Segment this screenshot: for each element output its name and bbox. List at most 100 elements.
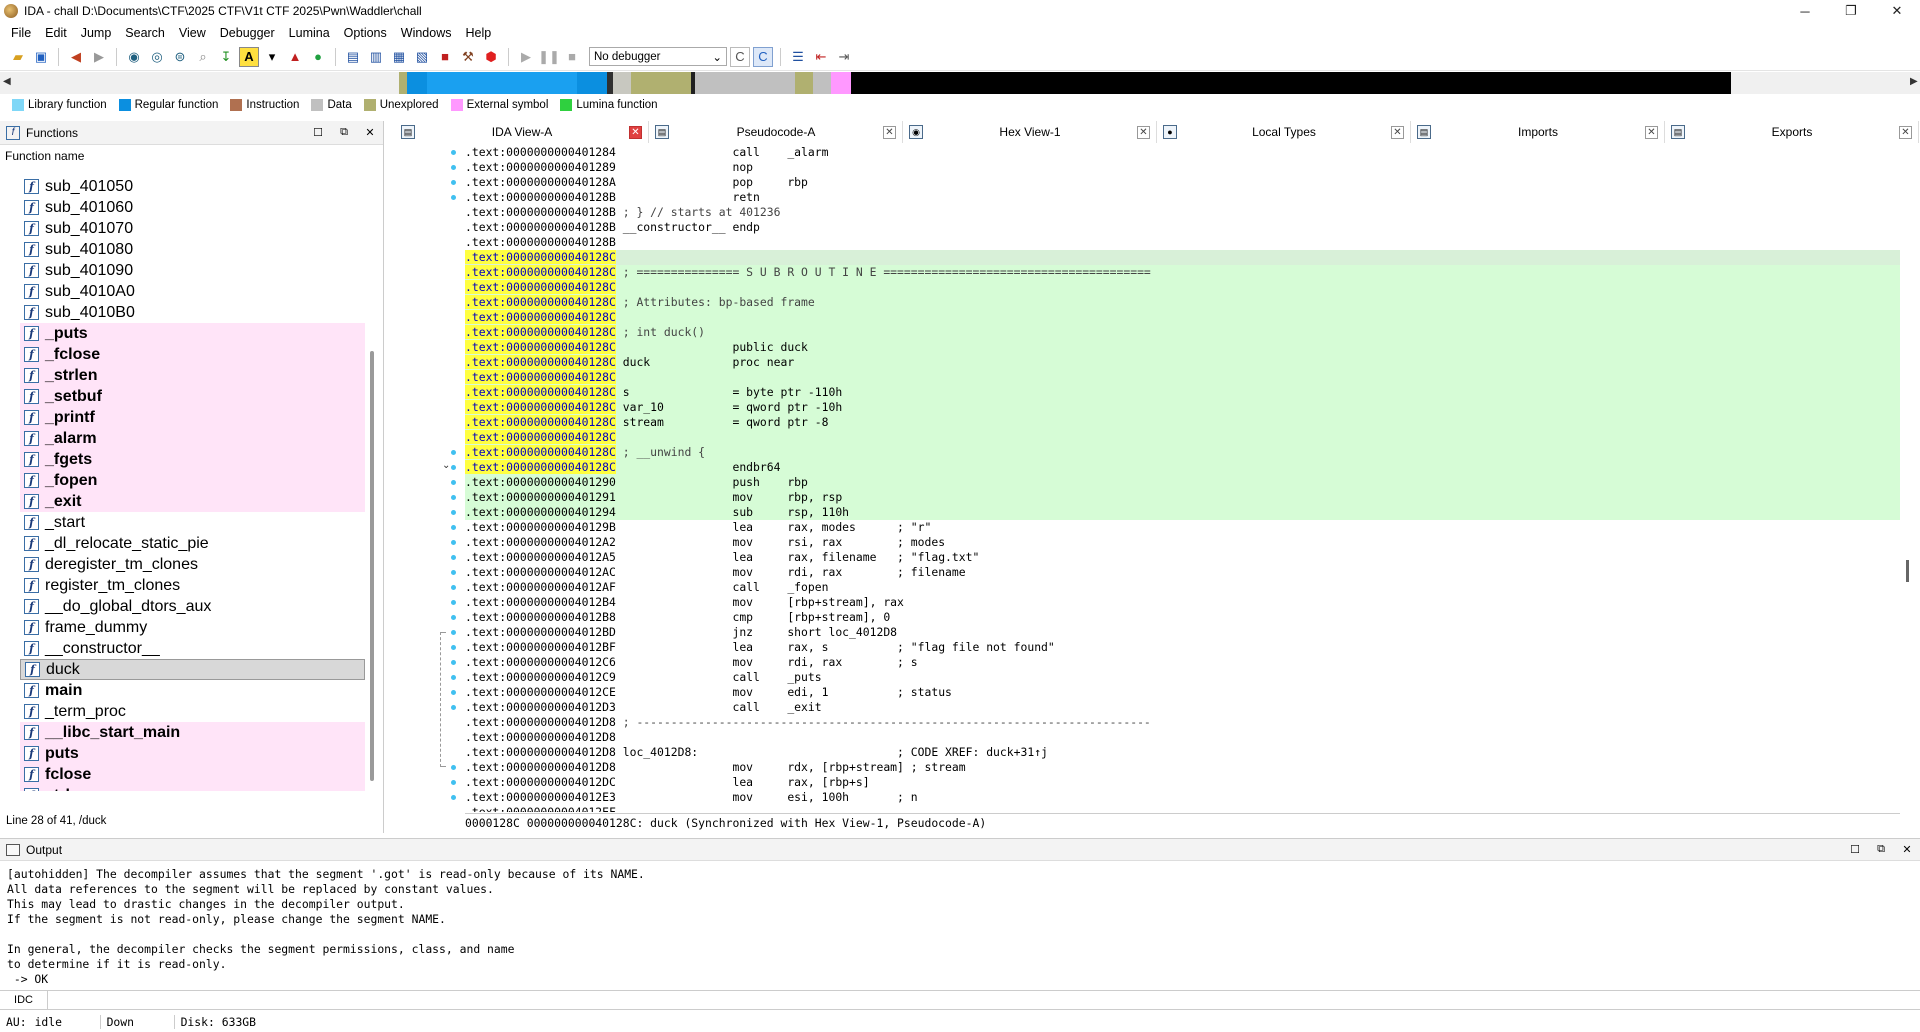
panel-close-icon[interactable]: ✕ [1894,843,1920,856]
disasm-line[interactable]: .text:000000000040128C [465,280,1900,295]
nav-segment[interactable] [851,72,1731,94]
function-item[interactable]: f __libc_start_main [20,722,365,743]
nav-segment[interactable] [14,72,399,94]
function-item[interactable]: f strlen [20,785,365,791]
navigation-band[interactable]: ◀ ▶ [0,72,1920,94]
panel-maximize-icon[interactable]: ☐ [305,126,331,139]
collapse-arrow-icon[interactable]: ⌄ [442,460,450,471]
function-item[interactable]: f duck [20,659,365,680]
menu-search[interactable]: Search [118,26,172,40]
open-file-icon[interactable]: ▰ [8,47,28,67]
menu-jump[interactable]: Jump [74,26,119,40]
breakpoint-dot-icon[interactable] [451,195,456,200]
disassembly-view[interactable]: .text:0000000000401284 call _alarm .text:… [465,145,1900,812]
breakpoint-dot-icon[interactable] [451,495,456,500]
breakpoint-dot-icon[interactable] [451,660,456,665]
function-item[interactable]: f _fclose [20,344,365,365]
disasm-line[interactable]: .text:00000000004012D8 loc_4012D8: ; COD… [465,745,1900,760]
disassembly-scrollbar[interactable] [1906,560,1909,582]
function-item[interactable]: f __do_global_dtors_aux [20,596,365,617]
disasm-line[interactable]: .text:00000000004012EF [465,805,1900,812]
tab-ida-view-a[interactable]: ▤ IDA View-A ✕ [395,121,649,143]
tab-exports[interactable]: ▤ Exports ✕ [1665,121,1919,143]
disasm-line[interactable]: .text:00000000004012DC lea rax, [rbp+s] [465,775,1900,790]
text-view-icon[interactable]: ⊜ [170,47,190,67]
disasm-line[interactable]: .text:000000000040128C ; int duck() [465,325,1900,340]
disasm-line[interactable]: .text:00000000004012B8 cmp [rbp+stream],… [465,610,1900,625]
breakpoint-dot-icon[interactable] [451,165,456,170]
function-item[interactable]: f _alarm [20,428,365,449]
close-button[interactable]: ✕ [1874,0,1920,22]
disasm-line[interactable]: .text:000000000040128C endbr64 [465,460,1900,475]
navigation-bar[interactable] [14,72,1907,94]
disasm-line[interactable]: .text:0000000000401294 sub rsp, 110h [465,505,1900,520]
disasm-line[interactable]: .text:000000000040128C [465,250,1900,265]
globe-icon[interactable]: ● [308,47,328,67]
menu-file[interactable]: File [4,26,38,40]
function-item[interactable]: f _fopen [20,470,365,491]
disasm-line[interactable]: .text:000000000040128C ; ===============… [465,265,1900,280]
function-item[interactable]: f fclose [20,764,365,785]
indent-icon[interactable]: ⇤ [811,47,831,67]
disasm-line[interactable]: .text:000000000040128B retn [465,190,1900,205]
disasm-line[interactable]: .text:00000000004012A5 lea rax, filename… [465,550,1900,565]
panel-float-icon[interactable]: ⧉ [331,126,357,139]
breakpoint-dot-icon[interactable] [451,675,456,680]
jump-back-icon[interactable]: ◀ [66,47,86,67]
disasm-line[interactable]: .text:000000000040128C stream = qword pt… [465,415,1900,430]
function-item[interactable]: f sub_4010A0 [20,281,365,302]
breakpoint-dot-icon[interactable] [451,555,456,560]
save-icon[interactable]: ▣ [31,47,51,67]
breakpoint-dot-icon[interactable] [451,645,456,650]
breakpoint-dot-icon[interactable] [451,540,456,545]
proximity-icon[interactable]: ◎ [147,47,167,67]
stop-sign-icon[interactable]: ⬢ [481,47,501,67]
stop-icon[interactable]: ▲ [285,47,305,67]
menu-options[interactable]: Options [337,26,394,40]
disasm-line[interactable]: .text:00000000004012B4 mov [rbp+stream],… [465,595,1900,610]
disasm-line[interactable]: .text:000000000040128C public duck [465,340,1900,355]
breakpoint-dot-icon[interactable] [451,615,456,620]
list-view-icon[interactable]: ☰ [788,47,808,67]
text-color-icon[interactable]: A [239,46,259,67]
function-item[interactable]: f sub_401050 [20,176,365,197]
function-item[interactable]: f _term_proc [20,701,365,722]
search-icon[interactable]: ⌕ [193,47,213,67]
function-item[interactable]: f deregister_tm_clones [20,554,365,575]
breakpoint-dot-icon[interactable] [451,510,456,515]
disasm-line[interactable]: .text:000000000040128C s = byte ptr -110… [465,385,1900,400]
nav-segment[interactable] [813,72,831,94]
function-item[interactable]: f _printf [20,407,365,428]
tab-hex-view-1[interactable]: ◉ Hex View-1 ✕ [903,121,1157,143]
outdent-icon[interactable]: ⇥ [834,47,854,67]
breakpoint-dot-icon[interactable] [451,480,456,485]
disasm-line[interactable]: .text:00000000004012C6 mov rdi, rax ; s [465,655,1900,670]
disasm-line[interactable]: .text:000000000040128C [465,370,1900,385]
debugger-select[interactable]: No debugger ⌄ [589,47,727,66]
function-item[interactable]: f register_tm_clones [20,575,365,596]
nav-segment[interactable] [407,72,427,94]
nav-segment[interactable] [631,72,691,94]
function-item[interactable]: f _strlen [20,365,365,386]
function-item[interactable]: f _exit [20,491,365,512]
nav-segment[interactable] [399,72,407,94]
disasm-line[interactable]: .text:00000000004012C9 call _puts [465,670,1900,685]
breakpoint-dot-icon[interactable] [451,585,456,590]
disasm-line[interactable]: .text:00000000004012AF call _fopen [465,580,1900,595]
menu-view[interactable]: View [172,26,213,40]
nav-left-arrow-icon[interactable]: ◀ [3,76,11,87]
disasm-line[interactable]: .text:000000000040128A pop rbp [465,175,1900,190]
minimize-button[interactable]: ─ [1782,0,1828,22]
tab-close-icon[interactable]: ✕ [1391,125,1404,139]
tab-local-types[interactable]: ● Local Types ✕ [1157,121,1411,143]
breakpoint-dot-icon[interactable] [451,465,456,470]
structures-icon[interactable]: ▥ [366,47,386,67]
nav-segment[interactable] [613,72,631,94]
disasm-line[interactable]: .text:00000000004012BD jnz short loc_401… [465,625,1900,640]
breakpoint-dot-icon[interactable] [451,630,456,635]
names-icon[interactable]: ▧ [412,47,432,67]
disasm-line[interactable]: .text:000000000040128C [465,310,1900,325]
breakpoint-dot-icon[interactable] [451,150,456,155]
function-item[interactable]: f sub_4010B0 [20,302,365,323]
function-item[interactable]: f sub_401060 [20,197,365,218]
